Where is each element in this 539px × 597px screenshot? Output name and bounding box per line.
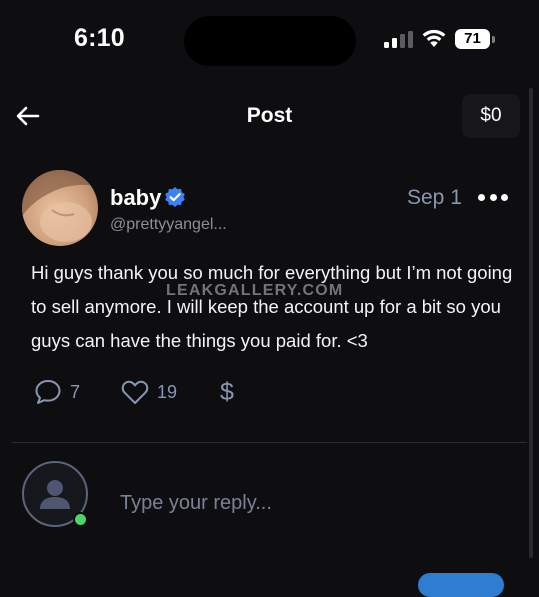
divider xyxy=(12,442,527,443)
like-button[interactable]: 19 xyxy=(121,377,177,407)
battery-level: 71 xyxy=(455,29,490,49)
online-status-dot xyxy=(73,512,88,527)
battery-tip xyxy=(492,36,495,43)
send-reply-button[interactable] xyxy=(418,573,504,597)
author-name[interactable]: baby xyxy=(110,185,161,211)
cellular-signal-icon xyxy=(384,31,413,48)
dollar-icon: $ xyxy=(220,378,234,406)
comment-button[interactable]: 7 xyxy=(34,377,80,407)
heart-icon xyxy=(121,380,149,404)
wifi-icon xyxy=(422,29,446,47)
author-avatar[interactable] xyxy=(22,170,98,246)
dynamic-island xyxy=(184,16,356,66)
watermark: LEAKGALLERY.COM xyxy=(166,282,344,299)
more-dot xyxy=(478,193,485,201)
reply-input[interactable] xyxy=(120,485,500,521)
battery-indicator: 71 xyxy=(455,29,497,49)
post-date: Sep 1 xyxy=(407,186,462,209)
more-dot xyxy=(489,193,497,201)
comment-icon xyxy=(35,380,61,404)
likes-count: 19 xyxy=(157,381,178,402)
balance-button[interactable]: $0 xyxy=(462,94,520,138)
tip-button[interactable]: $ xyxy=(220,377,234,407)
more-dot xyxy=(501,193,508,201)
status-time: 6:10 xyxy=(74,24,125,52)
comments-count: 7 xyxy=(70,381,81,402)
author-handle[interactable]: @prettyyangel... xyxy=(110,216,227,234)
avatar-photo xyxy=(22,170,98,242)
post-text: Hi guys thank you so much for everything… xyxy=(31,262,513,351)
page-title: Post xyxy=(246,104,293,127)
more-options-icon[interactable] xyxy=(478,186,508,208)
scrollbar[interactable] xyxy=(529,88,533,558)
verified-badge-icon xyxy=(165,187,185,207)
